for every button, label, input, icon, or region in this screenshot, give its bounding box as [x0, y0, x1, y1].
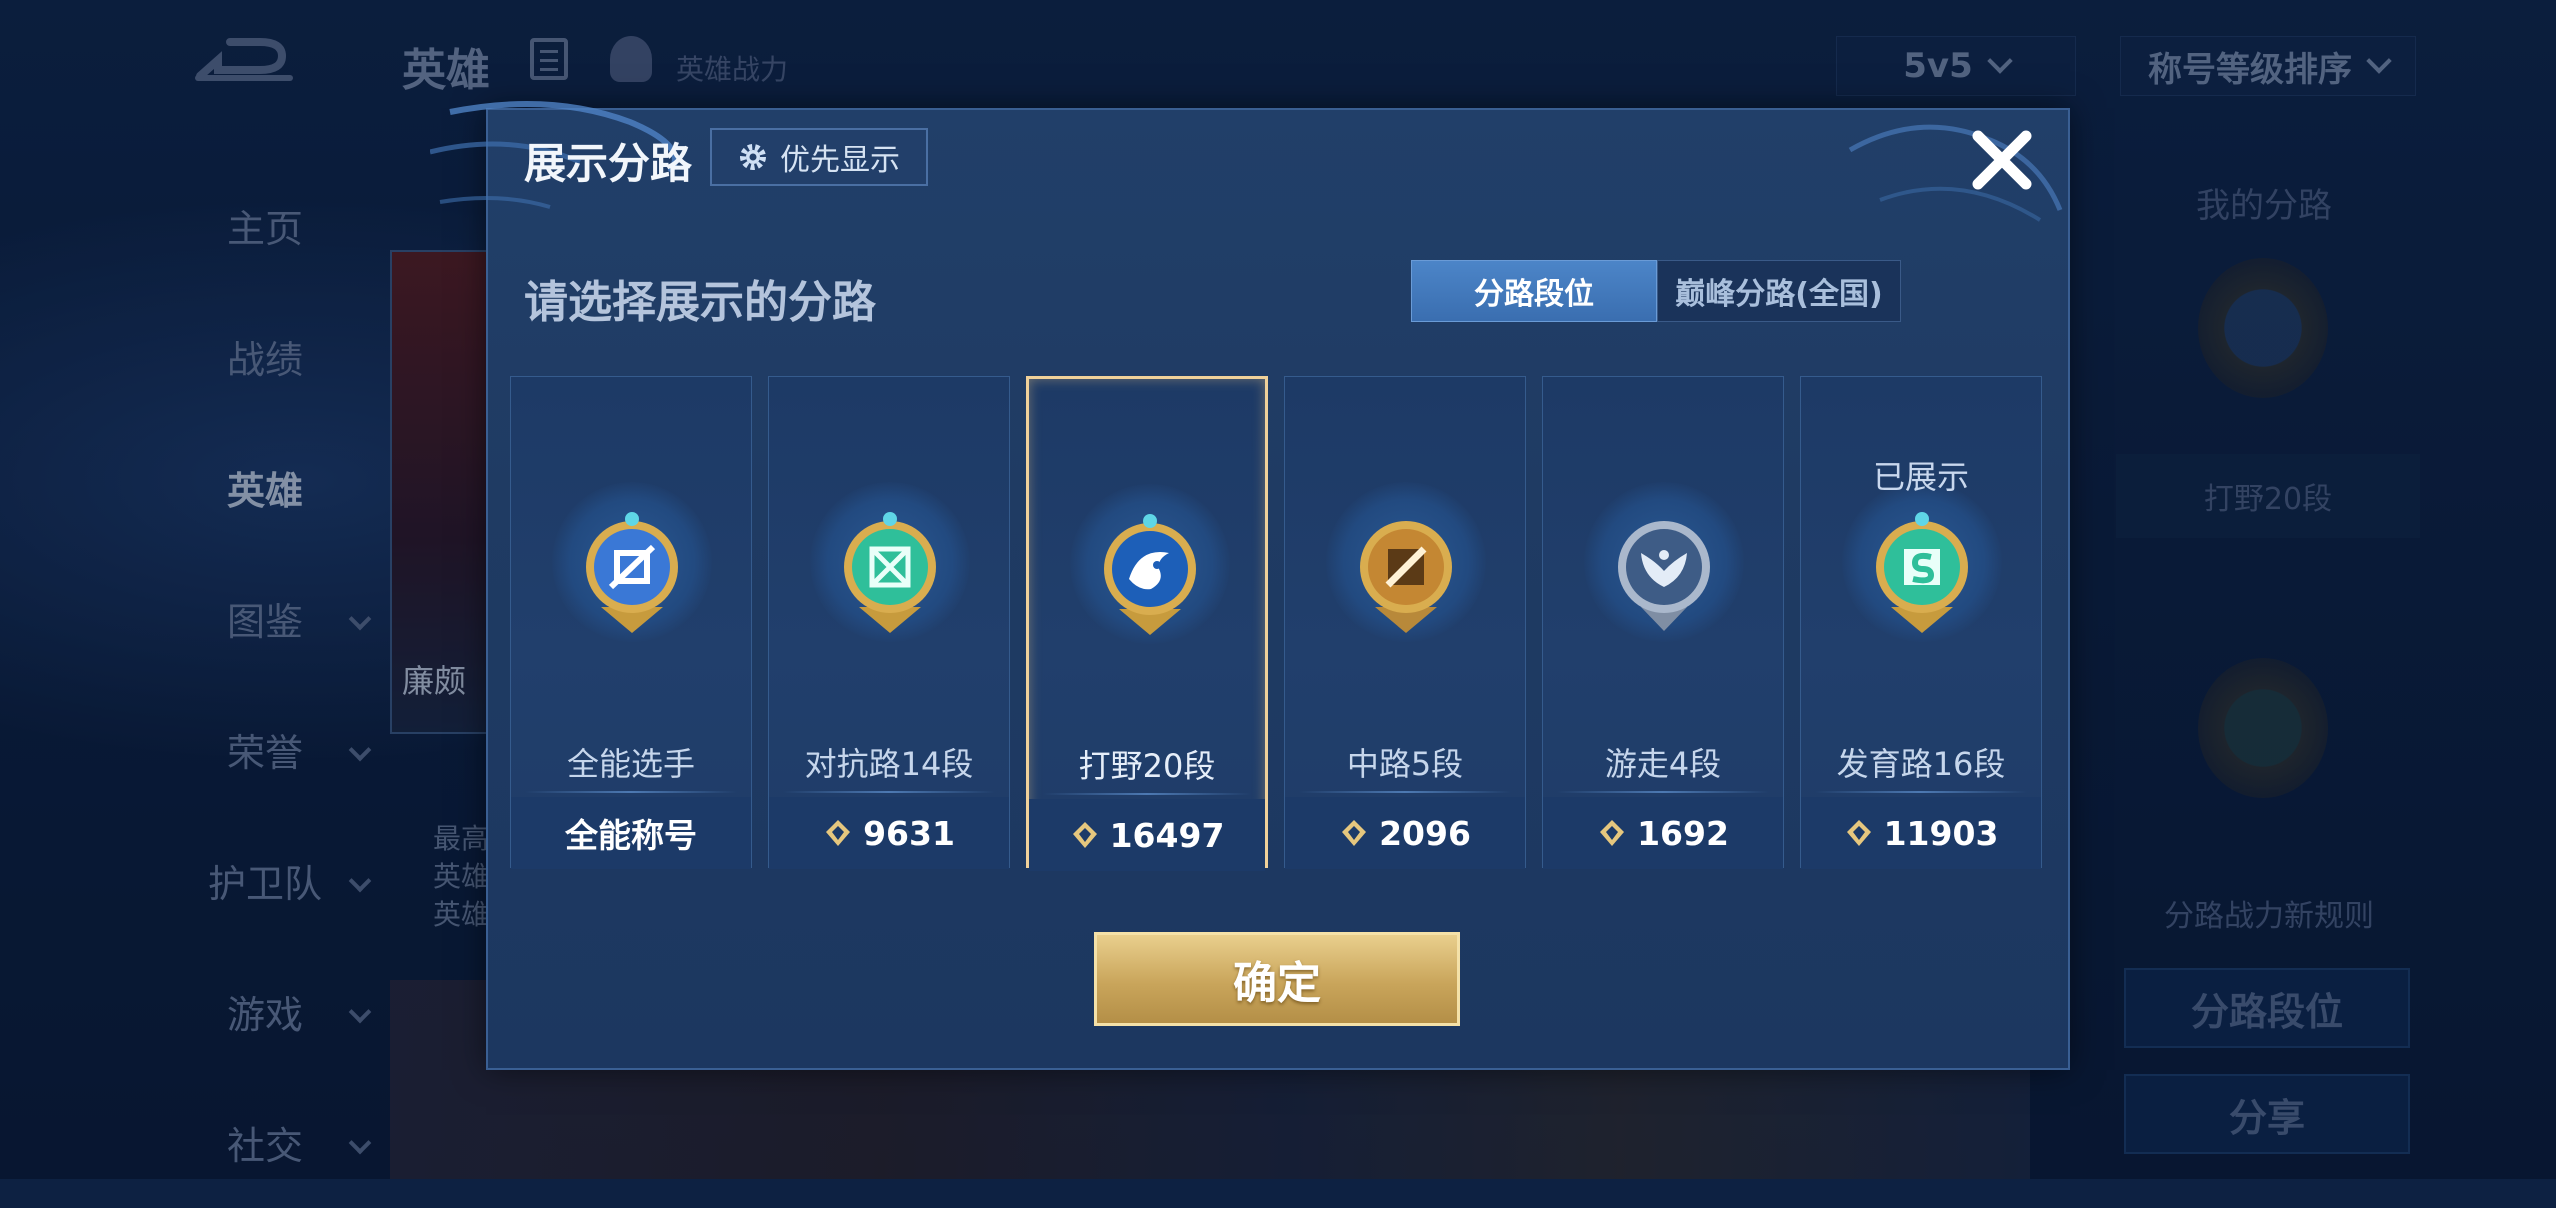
power-icon	[826, 820, 851, 846]
lane-card[interactable]: 已展示 发育路16段 11903	[1800, 376, 2042, 869]
divider	[783, 791, 995, 793]
tab-lane-rank[interactable]: 分路段位	[1411, 260, 1657, 322]
lane-value: 11903	[1801, 797, 2041, 869]
clash-lane-icon	[839, 507, 941, 635]
confirm-button[interactable]: 确定	[1094, 932, 1460, 1026]
divider	[1557, 791, 1769, 793]
jungle-dragon-icon	[1099, 509, 1201, 637]
tab-peak-lane[interactable]: 巅峰分路(全国)	[1657, 260, 1901, 322]
close-icon	[1972, 130, 2032, 190]
dialog-subtitle: 请选择展示的分路	[524, 277, 876, 328]
power-icon	[1072, 822, 1097, 848]
power-icon	[1846, 820, 1871, 846]
lane-value: 2096	[1285, 797, 1525, 869]
value-text: 16497	[1109, 815, 1225, 855]
lane-card-list: 全能选手 全能称号 对抗路14段 9631 打野20段 16497 中路5段 2…	[510, 376, 2046, 871]
divider	[1299, 791, 1511, 793]
value-text: 1692	[1637, 813, 1729, 853]
dialog-title: 展示分路	[524, 139, 693, 188]
lane-card[interactable]: 中路5段 2096	[1284, 376, 1526, 869]
lane-card[interactable]: 游走4段 1692	[1542, 376, 1784, 869]
priority-display-button[interactable]: 优先显示	[710, 128, 928, 186]
gear-icon	[740, 144, 766, 170]
mid-lane-icon	[1355, 507, 1457, 635]
priority-display-label: 优先显示	[780, 143, 900, 178]
value-text: 9631	[863, 813, 955, 853]
lane-card[interactable]: 对抗路14段 9631	[768, 376, 1010, 869]
roam-wings-icon	[1613, 507, 1715, 635]
lane-value: 16497	[1029, 799, 1265, 871]
divider	[1043, 793, 1251, 795]
power-icon	[1600, 820, 1625, 846]
lane-name: 游走4段	[1604, 745, 1722, 783]
lane-name: 对抗路14段	[804, 745, 974, 783]
lane-value: 1692	[1543, 797, 1783, 869]
power-icon	[1342, 820, 1367, 846]
value-text: 全能称号	[565, 816, 697, 855]
all-round-icon	[581, 507, 683, 635]
divider	[1815, 791, 2027, 793]
lane-name: 发育路16段	[1836, 745, 2006, 783]
lane-name: 打野20段	[1078, 747, 1216, 785]
divider	[525, 791, 737, 793]
close-button[interactable]	[1966, 124, 2038, 196]
lane-value: 全能称号	[511, 797, 751, 869]
lane-card-selected[interactable]: 打野20段 16497	[1026, 376, 1268, 871]
lane-value: 9631	[769, 797, 1009, 869]
shown-label: 已展示	[1872, 458, 1969, 496]
lane-name: 全能选手	[566, 745, 695, 783]
value-text: 2096	[1379, 813, 1471, 853]
farm-lane-icon	[1871, 507, 1973, 635]
lane-card[interactable]: 全能选手 全能称号	[510, 376, 752, 869]
lane-name: 中路5段	[1346, 745, 1464, 783]
value-text: 11903	[1883, 813, 1999, 853]
